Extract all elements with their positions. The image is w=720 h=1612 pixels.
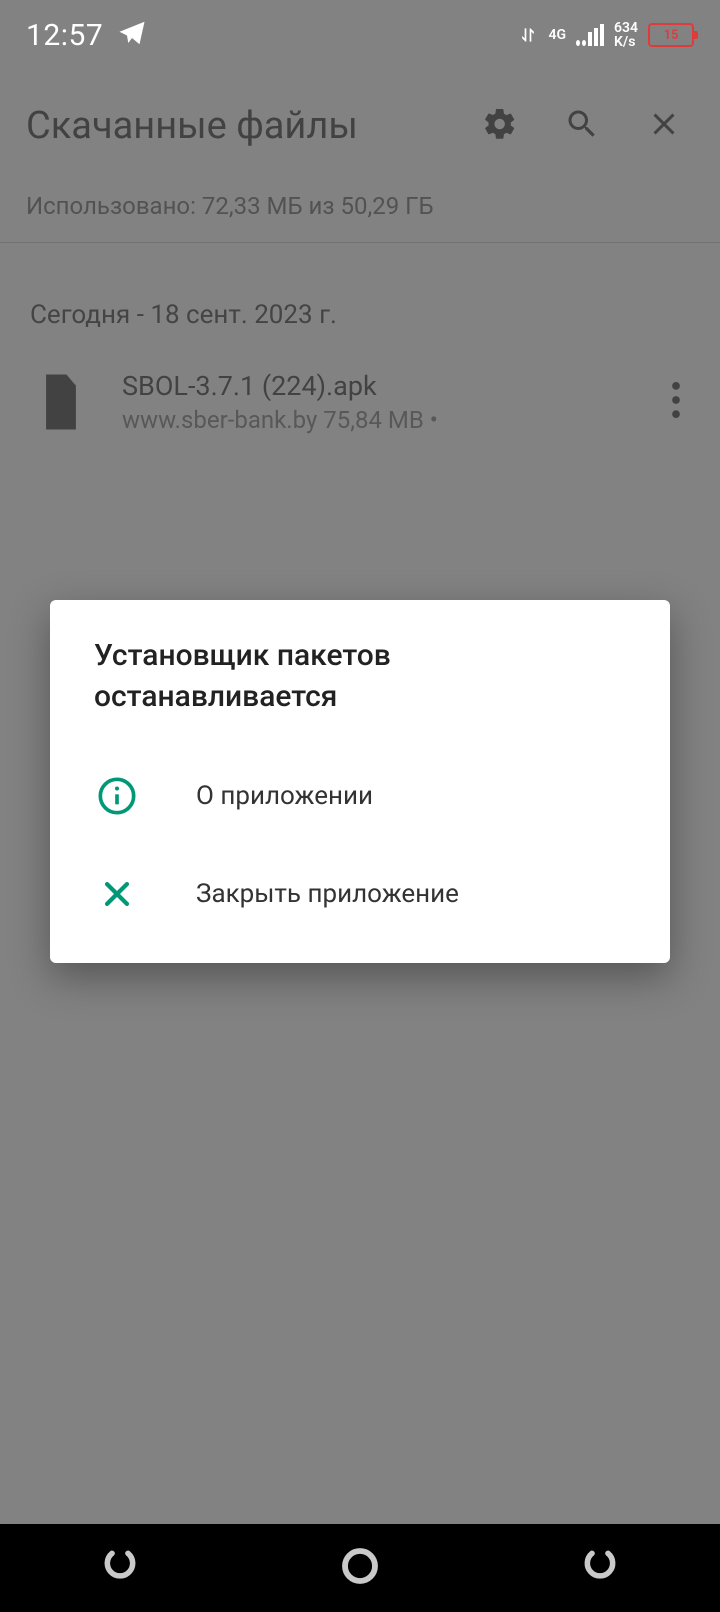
status-right: 4G 634 K/s 15 <box>518 21 694 49</box>
dialog-close-app-button[interactable]: Закрыть приложение <box>50 845 670 943</box>
telegram-icon <box>117 18 147 52</box>
net-speed: 634 K/s <box>614 21 638 49</box>
home-icon <box>340 1546 380 1590</box>
back-icon <box>581 1547 619 1589</box>
app-crash-dialog: Установщик пакетов останавливается О при… <box>50 600 670 963</box>
dialog-close-app-label: Закрыть приложение <box>196 879 459 909</box>
battery-icon: 15 <box>648 23 694 47</box>
network-type: 4G <box>548 28 566 42</box>
status-time: 12:57 <box>26 18 103 53</box>
status-left: 12:57 <box>26 18 147 53</box>
battery-percent: 15 <box>664 28 679 43</box>
system-nav-bar <box>0 1524 720 1612</box>
data-arrows-icon <box>518 23 538 47</box>
dialog-app-info-button[interactable]: О приложении <box>50 747 670 845</box>
nav-back-button[interactable] <box>560 1540 640 1596</box>
status-bar: 12:57 4G 634 K/s 15 <box>0 0 720 70</box>
info-icon <box>94 773 140 819</box>
nav-home-button[interactable] <box>320 1540 400 1596</box>
dialog-app-info-label: О приложении <box>196 781 373 811</box>
close-icon <box>94 871 140 917</box>
dialog-title: Установщик пакетов останавливается <box>50 600 670 747</box>
signal-icon <box>576 24 604 46</box>
nav-recent-button[interactable] <box>80 1540 160 1596</box>
recent-icon <box>101 1547 139 1589</box>
